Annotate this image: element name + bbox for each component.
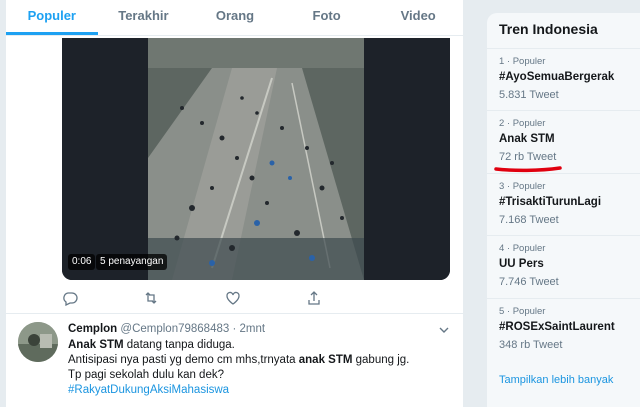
trend-item[interactable]: 1 · Populer #AyoSemuaBergerak 5.831 Twee…	[487, 48, 640, 110]
trend-item[interactable]: 5 · Populer #ROSExSaintLaurent 348 rb Tw…	[487, 298, 640, 360]
trend-item[interactable]: 2 · Populer Anak STM 72 rb Tweet	[487, 110, 640, 172]
video-view-count: 5 penayangan	[96, 254, 168, 270]
show-more-link[interactable]: Tampilkan lebih banyak	[499, 374, 613, 386]
tweet-highlight: Anak STM	[68, 339, 124, 351]
tweet-text-line-2: Antisipasi nya pasti yg demo cm mhs,trny…	[68, 354, 409, 366]
trend-name: Anak STM	[499, 133, 555, 145]
tweet-author-handle[interactable]: @Cemplon79868483	[120, 323, 229, 335]
trend-name: #AyoSemuaBergerak	[499, 71, 615, 83]
red-underline-annotation	[494, 166, 562, 173]
trend-count: 7.168 Tweet	[499, 214, 559, 226]
tweet-text-line-1: Anak STM datang tanpa diduga.	[68, 339, 235, 351]
tab-orang[interactable]: Orang	[189, 0, 281, 35]
search-tabs: Populer Terakhir Orang Foto Video	[6, 0, 464, 36]
avatar-image	[18, 322, 58, 362]
tab-populer[interactable]: Populer	[6, 0, 98, 35]
chevron-down-icon[interactable]	[438, 324, 450, 336]
tweet-hashtag-link[interactable]: #RakyatDukungAksiMahasiswa	[68, 384, 229, 396]
main-timeline: Populer Terakhir Orang Foto Video 0:06 5…	[6, 0, 464, 407]
share-icon[interactable]	[306, 290, 322, 306]
like-icon[interactable]	[225, 290, 241, 306]
tab-terakhir[interactable]: Terakhir	[98, 0, 190, 35]
trends-panel: Tren Indonesia 1 · Populer #AyoSemuaBerg…	[487, 13, 640, 407]
trend-item[interactable]: 4 · Populer UU Pers 7.746 Tweet	[487, 235, 640, 297]
trend-meta: 2 · Populer	[499, 118, 546, 129]
trend-meta: 3 · Populer	[499, 181, 546, 192]
tweet-text: datang tanpa diduga.	[123, 339, 235, 351]
tweet-time[interactable]: · 2mnt	[232, 323, 265, 335]
avatar[interactable]	[18, 322, 58, 362]
trend-count: 72 rb Tweet	[499, 151, 557, 163]
tweet-highlight: anak STM	[298, 354, 353, 366]
tweet-divider	[6, 313, 464, 314]
trend-item[interactable]: 3 · Populer #TrisaktiTurunLagi 7.168 Twe…	[487, 173, 640, 235]
tweet-author-name[interactable]: Cemplon	[68, 323, 117, 335]
tweet-actions	[62, 290, 322, 308]
trend-meta: 1 · Populer	[499, 56, 546, 67]
trend-count: 7.746 Tweet	[499, 276, 559, 288]
tweet-text: gabung jg.	[352, 354, 410, 366]
trend-meta: 4 · Populer	[499, 243, 546, 254]
reply-icon[interactable]	[62, 290, 78, 306]
trend-name: #ROSExSaintLaurent	[499, 321, 615, 333]
tweet-header: Cemplon @Cemplon79868483 · 2mnt	[68, 323, 265, 335]
video-frame	[62, 38, 450, 280]
video-duration: 0:06	[68, 254, 96, 270]
trend-meta: 5 · Populer	[499, 306, 546, 317]
tweet-text-line-3: Tp pagi sekolah dulu kan dek?	[68, 369, 224, 381]
tab-foto[interactable]: Foto	[281, 0, 373, 35]
retweet-icon[interactable]	[143, 290, 159, 306]
trend-name: UU Pers	[499, 258, 544, 270]
video-player[interactable]: 0:06 5 penayangan	[62, 38, 450, 280]
tab-video[interactable]: Video	[372, 0, 464, 35]
tweet-text: Antisipasi nya pasti yg demo cm mhs,trny…	[68, 354, 299, 366]
trends-title: Tren Indonesia	[499, 21, 598, 37]
trend-name: #TrisaktiTurunLagi	[499, 196, 602, 208]
trend-count: 348 rb Tweet	[499, 339, 563, 351]
trend-count: 5.831 Tweet	[499, 89, 559, 101]
